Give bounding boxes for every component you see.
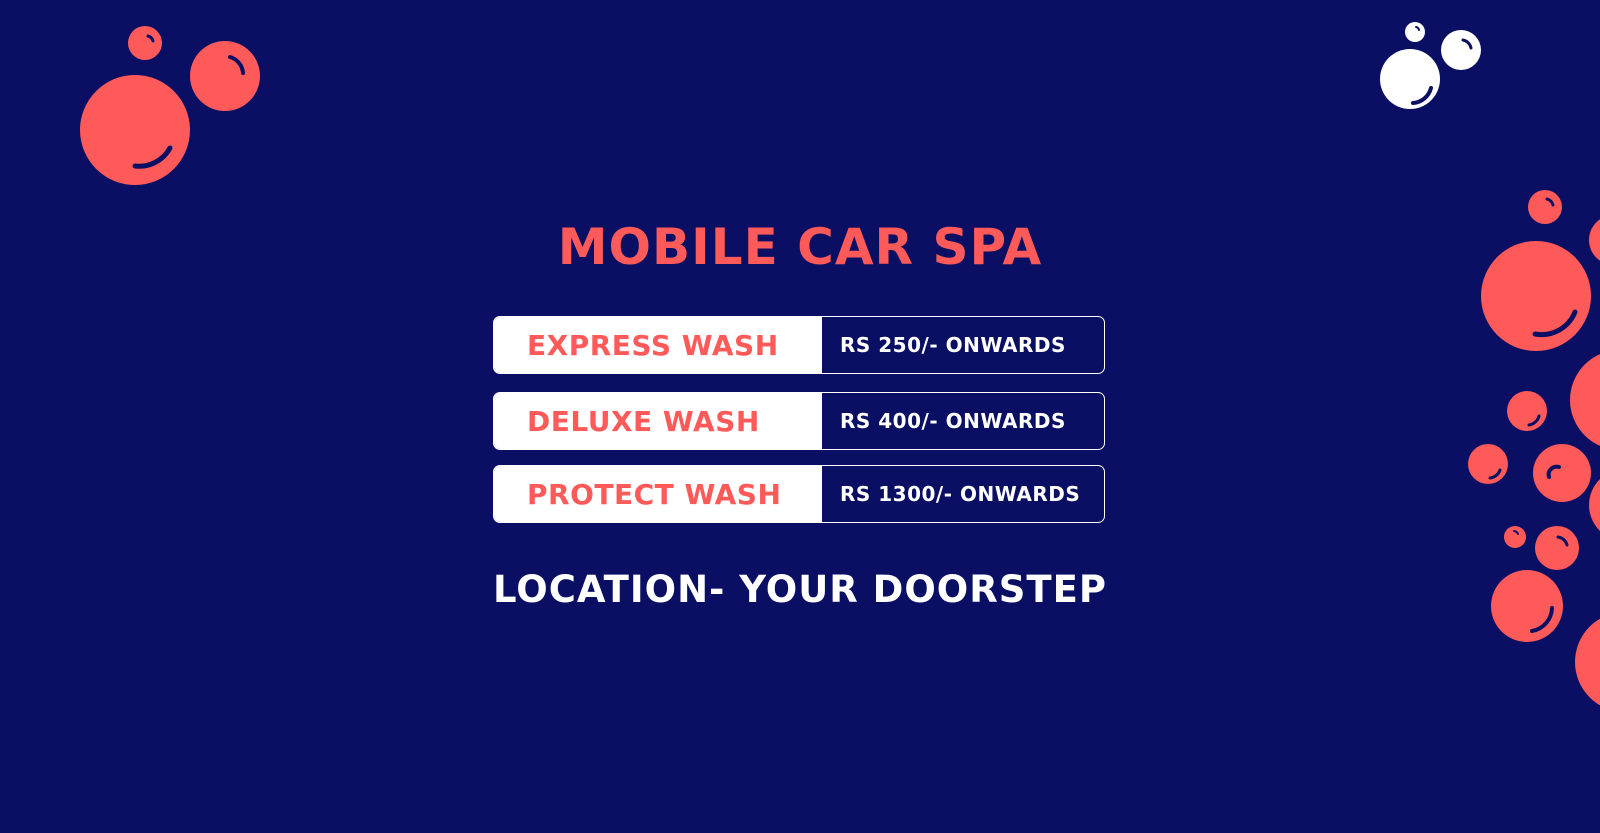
service-row-protect: PROTECT WASH RS 1300/- ONWARDS (493, 465, 1105, 523)
bubble-icon (1504, 526, 1526, 548)
bubble-icon (1535, 526, 1579, 570)
bubble-icon (128, 26, 162, 60)
service-row-express: EXPRESS WASH RS 250/- ONWARDS (493, 316, 1105, 374)
service-name: EXPRESS WASH (494, 317, 822, 373)
bubble-icon (1575, 618, 1600, 706)
service-name: PROTECT WASH (494, 466, 822, 522)
bubble-icon (1589, 479, 1600, 531)
bubble-icon (80, 75, 190, 185)
service-price: RS 400/- ONWARDS (840, 409, 1066, 433)
service-price: RS 250/- ONWARDS (840, 333, 1066, 357)
service-row-deluxe: DELUXE WASH RS 400/- ONWARDS (493, 392, 1105, 450)
bubble-icon (1570, 354, 1600, 446)
service-price: RS 1300/- ONWARDS (840, 482, 1081, 506)
page-title: MOBILE CAR SPA (557, 218, 1043, 276)
service-name: DELUXE WASH (494, 393, 822, 449)
bubble-icon (1441, 30, 1481, 70)
bubble-icon (1380, 49, 1440, 109)
bubble-icon (1468, 444, 1508, 484)
bubble-icon (1405, 22, 1425, 42)
bubble-icon (1533, 444, 1591, 502)
location-text: LOCATION- YOUR DOORSTEP (492, 568, 1108, 611)
bubble-icon (190, 41, 260, 111)
bubble-icon (1507, 391, 1547, 431)
